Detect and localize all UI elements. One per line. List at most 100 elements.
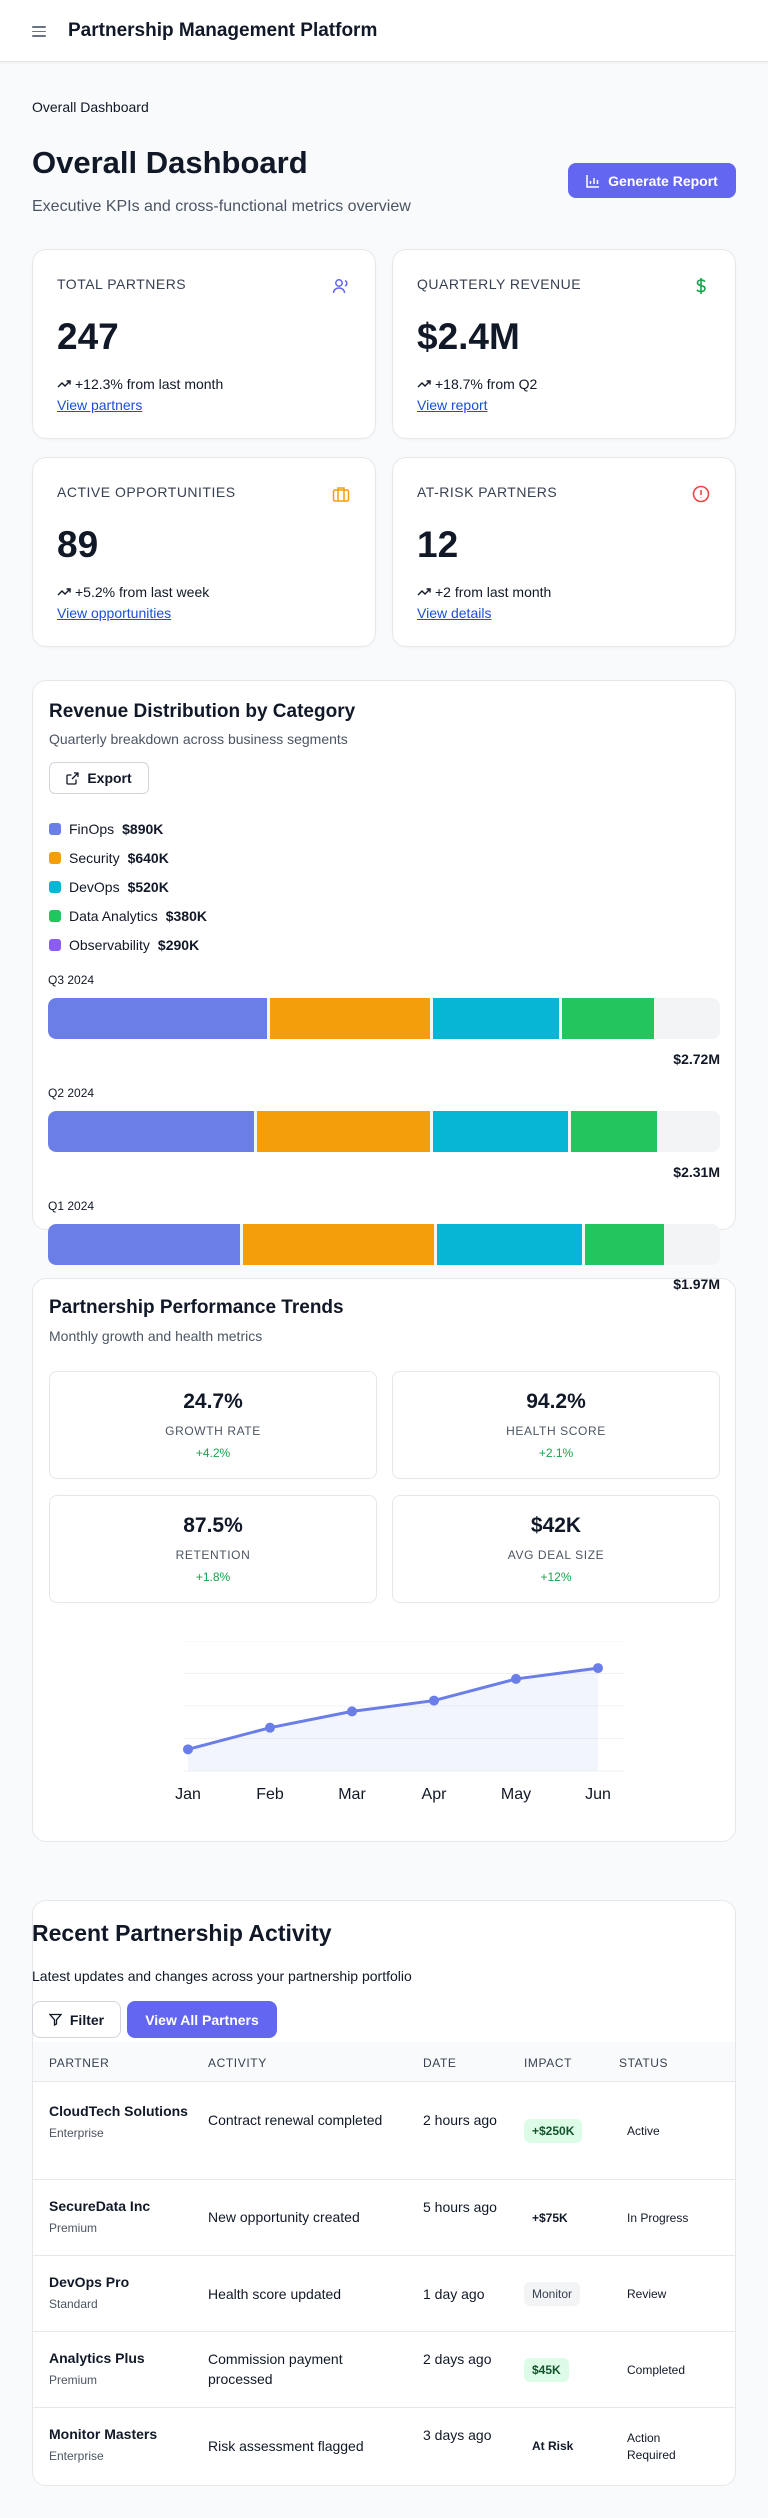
column-header-status[interactable]: STATUS [619,2056,668,2070]
legend-amount: $520K [127,879,169,895]
legend-name: Data Analytics [69,908,158,924]
partner-tier: Enterprise [49,2126,104,2140]
view-partners-link[interactable]: View partners [57,397,142,413]
view-opportunities-link[interactable]: View opportunities [57,605,171,621]
quarter-bar-q3 [48,998,720,1039]
partner-cell: Monitor Masters Enterprise [49,2424,189,2466]
generate-report-label: Generate Report [608,172,718,189]
kpi-label: ACTIVE OPPORTUNITIES [57,484,236,500]
impact-badge: +$75K [532,2211,568,2225]
activity-cell: Health score updated [208,2286,342,2302]
metric-avg-deal-size: $42K AVG DEAL SIZE +12% [392,1495,720,1603]
impact-badge: $45K [524,2358,569,2382]
date-cell: 2 days ago [423,2351,492,2367]
bar-chart-icon [586,174,600,188]
activity-subtitle: Latest updates and changes across your p… [32,1968,412,1984]
legend-swatch [49,939,61,951]
metric-label: AVG DEAL SIZE [507,1548,605,1562]
x-tick-label: Jun [585,1786,611,1803]
kpi-change: +12.3% from last month [57,376,223,392]
app-title: Partnership Management Platform [68,20,378,41]
table-row[interactable]: Analytics Plus Premium Commission paymen… [33,2332,735,2408]
legend-item-devops: DevOps $520K [49,879,169,895]
activity-title: Recent Partnership Activity [32,1920,332,1946]
bar-segment-devops [437,1224,582,1265]
kpi-card-active-opportunities: ACTIVE OPPORTUNITIES 89 +5.2% from last … [32,457,376,647]
column-header-activity[interactable]: ACTIVITY [208,2056,267,2070]
kpi-change-text: +5.2% from last week [75,584,210,600]
metric-change: +12% [540,1570,572,1584]
activity-cell: Commission payment processed [208,2351,343,2387]
bar-segment-security [257,1111,430,1152]
metric-change: +2.1% [538,1446,574,1460]
table-row[interactable]: Monitor Masters Enterprise Risk assessme… [33,2408,735,2485]
legend-amount: $640K [127,850,169,866]
metric-value: 87.5% [183,1514,243,1537]
kpi-change-text: +18.7% from Q2 [435,376,538,392]
x-tick-label: Apr [422,1786,448,1803]
table-header: PARTNER ACTIVITY DATE IMPACT STATUS [33,2042,735,2082]
kpi-change-text: +2 from last month [435,584,552,600]
kpi-change: +5.2% from last week [57,584,209,600]
quarter-label: Q1 2024 [48,1199,95,1213]
legend-swatch [49,881,61,893]
trending-up-icon [57,380,71,388]
activity-cell: Risk assessment flagged [208,2438,364,2454]
filter-button[interactable]: Filter [32,2001,121,2038]
trending-up-icon [57,588,71,596]
partner-cell: SecureData Inc Premium [49,2196,189,2238]
data-point [347,1706,357,1717]
export-label: Export [87,770,132,786]
metric-value: 94.2% [526,1390,586,1413]
date-cell: 5 hours ago [423,2199,497,2215]
table-row[interactable]: CloudTech Solutions Enterprise Contract … [33,2083,735,2180]
legend-item-observability: Observability $290K [49,937,199,953]
status-badge: Review [627,2287,667,2301]
view-details-link[interactable]: View details [417,605,491,621]
x-tick-label: Mar [338,1786,366,1803]
status-badge: Active [627,2124,660,2138]
kpi-card-quarterly-revenue: QUARTERLY REVENUE $2.4M +18.7% from Q2 V… [392,249,736,439]
quarter-total: $1.97M [673,1276,720,1292]
breadcrumb[interactable]: Overall Dashboard [32,99,149,115]
metric-label: HEALTH SCORE [506,1424,606,1438]
legend-item-finops: FinOps $890K [49,821,163,837]
kpi-card-at-risk-partners: AT-RISK PARTNERS 12 +2 from last month V… [392,457,736,647]
table-row[interactable]: DevOps Pro Standard Health score updated… [33,2256,735,2332]
external-link-icon [66,771,79,785]
legend-swatch [49,910,61,922]
briefcase-icon [332,487,350,502]
metric-health-score: 94.2% HEALTH SCORE +2.1% [392,1371,720,1479]
bar-segment-security [243,1224,434,1265]
data-point [511,1673,521,1684]
status-badge: Action Required [627,2431,676,2462]
revenue-title: Revenue Distribution by Category [49,701,356,722]
quarter-label: Q3 2024 [48,973,95,987]
column-header-date[interactable]: DATE [423,2056,457,2070]
date-cell: 2 hours ago [423,2112,497,2128]
column-header-partner[interactable]: PARTNER [49,2056,109,2070]
date-cell: 1 day ago [423,2286,485,2302]
bar-segment-finops [48,1111,254,1152]
date-cell: 3 days ago [423,2427,492,2443]
legend-item-data-analytics: Data Analytics $380K [49,908,207,924]
trending-up-icon [417,380,431,388]
bar-segment-data-analytics [585,1224,664,1265]
partner-tier: Premium [49,2221,98,2235]
view-report-link[interactable]: View report [417,397,488,413]
table-row[interactable]: SecureData Inc Premium New opportunity c… [33,2180,735,2256]
partner-name: Monitor Masters [49,2426,158,2442]
generate-report-button[interactable]: Generate Report [568,163,736,198]
column-header-impact[interactable]: IMPACT [524,2056,572,2070]
partner-name: CloudTech Solutions [49,2103,188,2119]
legend-amount: $290K [157,937,200,953]
view-all-partners-button[interactable]: View All Partners [127,2001,277,2038]
kpi-value: 247 [57,316,119,357]
legend-name: Security [69,850,120,866]
trending-up-icon [417,588,431,596]
export-button[interactable]: Export [49,762,149,794]
metric-change: +4.2% [195,1446,231,1460]
menu-icon[interactable] [32,24,46,38]
data-point [429,1695,439,1706]
dollar-icon [696,278,706,294]
